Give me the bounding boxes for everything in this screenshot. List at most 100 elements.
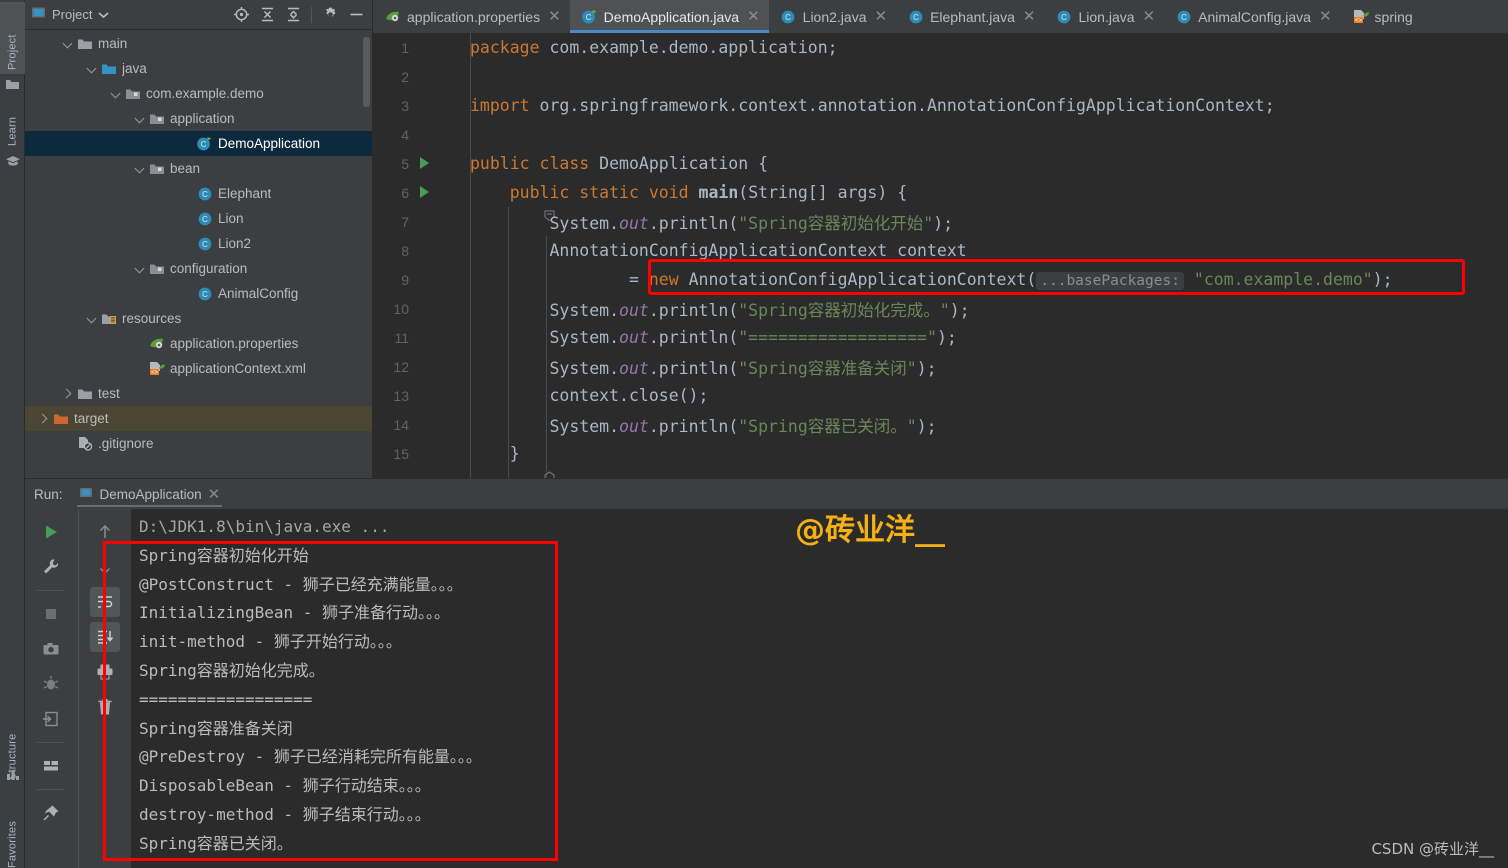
chevron-down-icon[interactable] (133, 162, 146, 175)
chevron-down-icon[interactable] (133, 262, 146, 275)
console-line: destroy-method - 狮子结束行动。。。 (139, 801, 1508, 830)
tree-item-target[interactable]: target (25, 406, 372, 431)
close-icon[interactable]: ✕ (1023, 9, 1036, 24)
up-arrow-icon[interactable] (90, 517, 120, 547)
gutter (415, 265, 463, 294)
locate-icon[interactable] (231, 5, 251, 25)
chevron-down-icon[interactable] (98, 6, 109, 24)
gear-icon[interactable] (320, 5, 340, 25)
folder-gray-icon (76, 385, 93, 402)
editor-tab-elephant-java[interactable]: CElephant.java✕ (896, 0, 1044, 33)
class-icon: C (1055, 8, 1072, 25)
chevron-down-icon[interactable] (85, 312, 98, 325)
code-rest: ); (933, 214, 953, 233)
tree-item-animalconfig[interactable]: C AnimalConfig (25, 281, 372, 306)
string-literal: "==================" (738, 328, 937, 347)
editor-tab-demoapplication-java[interactable]: CDemoApplication.java✕ (570, 0, 769, 33)
code-editor[interactable]: 1 package com.example.demo.application; … (373, 33, 1508, 478)
close-icon[interactable]: ✕ (208, 485, 221, 503)
tree-item--gitignore[interactable]: .gitignore (25, 431, 372, 456)
tree-item-java[interactable]: java (25, 56, 372, 81)
editor-tab-bar[interactable]: application.properties✕CDemoApplication.… (373, 0, 1508, 33)
expand-all-icon[interactable] (257, 5, 277, 25)
svg-text:C: C (202, 290, 208, 299)
tree-item-com-example-demo[interactable]: com.example.demo (25, 81, 372, 106)
trash-icon[interactable] (90, 692, 120, 722)
editor-tab-spring[interactable]: <>spring (1341, 0, 1422, 33)
svg-text:C: C (201, 140, 207, 149)
code-rest: .println( (649, 328, 738, 347)
tree-item-elephant[interactable]: CElephant (25, 181, 372, 206)
editor-tab-application-properties[interactable]: application.properties✕ (373, 0, 570, 33)
tree-item-applicationcontext-xml[interactable]: <>applicationContext.xml (25, 356, 372, 381)
tree-item-demoapplication[interactable]: CDemoApplication (25, 131, 372, 156)
scroll-to-end-icon[interactable] (90, 622, 120, 652)
run-gutter-icon[interactable] (420, 186, 429, 198)
chevron-down-icon[interactable] (61, 37, 74, 50)
chevron-down-icon[interactable] (85, 62, 98, 75)
tree-item-label: AnimalConfig (218, 286, 298, 301)
line-number: 6 (373, 185, 415, 201)
run-label: Run: (34, 487, 63, 502)
print-icon[interactable] (90, 657, 120, 687)
down-arrow-icon[interactable] (90, 552, 120, 582)
tree-item-application[interactable]: application (25, 106, 372, 131)
editor-tab-animalconfig-java[interactable]: CAnimalConfig.java✕ (1164, 0, 1340, 33)
chevron-down-icon[interactable] (109, 87, 122, 100)
field-ref: out (619, 301, 649, 320)
editor-tab-lion2-java[interactable]: CLion2.java✕ (769, 0, 896, 33)
field-ref: out (619, 359, 649, 378)
code-content: public class DemoApplication { (463, 154, 768, 173)
chevron-right-icon[interactable] (37, 412, 50, 425)
hide-icon[interactable] (346, 5, 366, 25)
chevron-down-icon[interactable] (133, 112, 146, 125)
tree-item-application-properties[interactable]: application.properties (25, 331, 372, 356)
gutter (415, 178, 463, 207)
tree-item-resources[interactable]: resources (25, 306, 372, 331)
run-gutter-icon[interactable] (420, 157, 429, 169)
layout-icon[interactable] (36, 751, 66, 781)
rerun-icon[interactable] (36, 517, 66, 547)
close-icon[interactable]: ✕ (548, 9, 561, 24)
camera-icon[interactable] (36, 634, 66, 664)
tree-item-test[interactable]: test (25, 381, 372, 406)
tree-item-label: java (122, 61, 147, 76)
code-rest: AnnotationConfigApplicationContext( (679, 270, 1037, 289)
run-tab-demoapplication[interactable]: DemoApplication ✕ (71, 479, 229, 509)
debug-icon[interactable] (36, 669, 66, 699)
console-output[interactable]: D:\JDK1.8\bin\java.exe ...Spring容器初始化开始@… (131, 509, 1508, 868)
code-line: 11 System.out.println("=================… (373, 323, 1508, 352)
stop-icon[interactable] (36, 599, 66, 629)
export-icon[interactable] (36, 704, 66, 734)
chevron-right-icon[interactable] (61, 387, 74, 400)
sidebar-item-learn[interactable]: Learn (0, 92, 25, 150)
close-icon[interactable]: ✕ (1319, 9, 1332, 24)
code-rest: System. (549, 359, 619, 378)
sidebar-item-favorites[interactable]: Favorites (0, 796, 25, 868)
soft-wrap-icon[interactable] (90, 587, 120, 617)
fold-open-icon[interactable] (445, 187, 456, 198)
tree-item-lion[interactable]: CLion (25, 206, 372, 231)
package-icon (148, 110, 165, 127)
close-icon[interactable]: ✕ (874, 9, 887, 24)
tree-item-bean[interactable]: bean (25, 156, 372, 181)
editor-tab-lion-java[interactable]: CLion.java✕ (1044, 0, 1164, 33)
fold-end-icon[interactable] (445, 448, 456, 459)
sidebar-item-project[interactable]: Project (0, 2, 25, 74)
close-icon[interactable]: ✕ (1143, 9, 1156, 24)
tree-item-lion2[interactable]: CLion2 (25, 231, 372, 256)
collapse-all-icon[interactable] (283, 5, 303, 25)
console-line: InitializingBean - 狮子准备行动。。。 (139, 599, 1508, 628)
line-number: 10 (373, 301, 415, 317)
close-icon[interactable]: ✕ (747, 9, 760, 24)
tree-item-label: com.example.demo (146, 86, 264, 101)
svg-text:C: C (1061, 13, 1067, 22)
tree-item-configuration[interactable]: configuration (25, 256, 372, 281)
svg-text:C: C (202, 215, 208, 224)
page-title: Project (52, 7, 92, 22)
pin-icon[interactable] (36, 798, 66, 828)
code-content: System.out.println("Spring容器准备关闭"); (463, 355, 937, 379)
tree-item-main[interactable]: main (25, 31, 372, 56)
settings-wrench-icon[interactable] (36, 552, 66, 582)
project-tree[interactable]: main java com.example.demo applicationCDemo… (25, 31, 372, 478)
